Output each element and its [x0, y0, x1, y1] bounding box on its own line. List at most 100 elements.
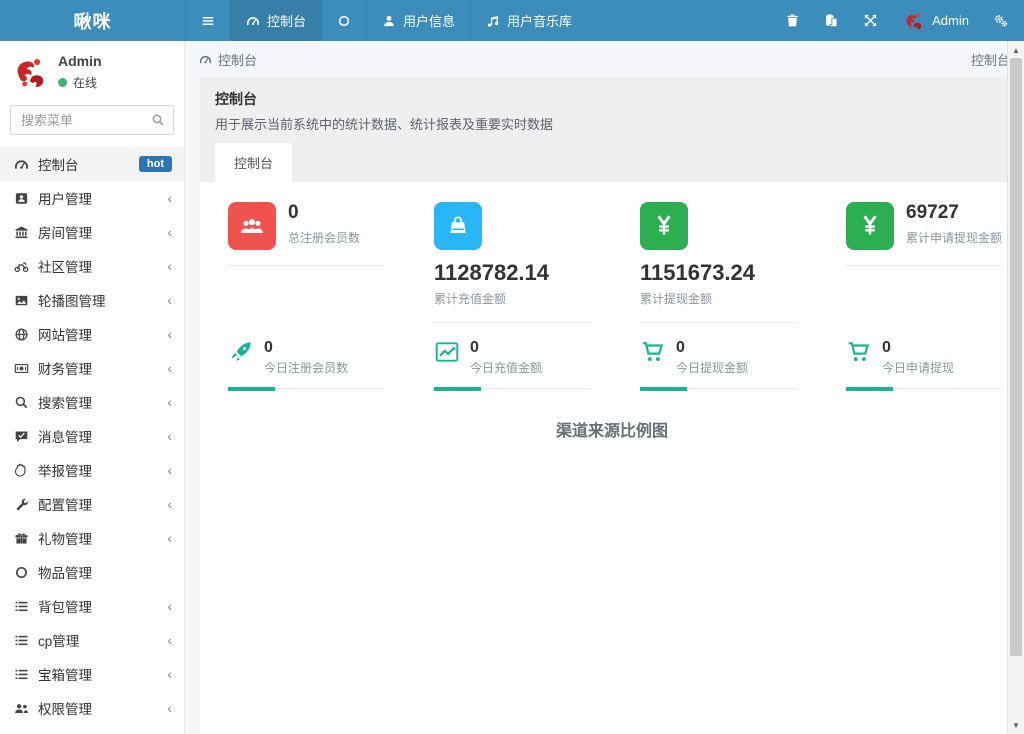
- navbar-tab-user-music[interactable]: 用户音乐库: [470, 0, 587, 41]
- cogs-icon[interactable]: [993, 13, 1008, 28]
- chevron-left-icon: ‹: [167, 394, 172, 410]
- fullscreen-icon[interactable]: [863, 13, 878, 28]
- avatar: [10, 53, 48, 91]
- navbar-tab-label: 用户音乐库: [507, 11, 572, 30]
- stat-label: 今日提现金额: [676, 359, 748, 376]
- stat-today-withdraw: 0 今日提现金额: [612, 339, 818, 389]
- main-content: 控制台 控制台 控制台 用于展示当前系统中的统计数据、统计报表及重要实时数据 控…: [185, 41, 1024, 734]
- panel-header: 控制台 用于展示当前系统中的统计数据、统计报表及重要实时数据 控制台: [200, 77, 1024, 182]
- sidebar-item-search-mgmt[interactable]: 搜索管理 ‹: [0, 385, 184, 419]
- stat-label: 总注册会员数: [288, 229, 360, 246]
- chevron-left-icon: ‹: [167, 462, 172, 478]
- stat-value: 1151673.24: [640, 260, 796, 285]
- top-navbar: 啾咪 控制台 用户信息 用户音乐库 Admin: [0, 0, 1024, 41]
- stat-label: 累计申请提现金额: [906, 229, 1002, 246]
- sidebar-item-backpack-mgmt[interactable]: 背包管理 ‹: [0, 589, 184, 623]
- stat-value: 1128782.14: [434, 260, 590, 285]
- users-group-icon: [239, 213, 265, 239]
- user-menu[interactable]: Admin: [902, 10, 969, 32]
- scrollbar-thumb[interactable]: [1010, 58, 1022, 656]
- stat-total-withdraw: 1151673.24 累计提现金额: [612, 202, 818, 323]
- navbar-tabs: 控制台 用户信息 用户音乐库: [185, 0, 587, 41]
- chevron-left-icon: ‹: [167, 666, 172, 682]
- sidebar-item-carousel-mgmt[interactable]: 轮播图管理 ‹: [0, 283, 184, 317]
- gauge-icon: [246, 14, 260, 28]
- stat-value: 0: [882, 339, 954, 357]
- chevron-left-icon: ‹: [167, 292, 172, 308]
- hot-badge: hot: [139, 156, 172, 172]
- stat-label: 今日申请提现: [882, 359, 954, 376]
- sidebar-user-panel: Admin 在线: [0, 41, 184, 103]
- chevron-left-icon: ‹: [167, 530, 172, 546]
- stat-today-recharge: 0 今日充值金额: [406, 339, 612, 389]
- navbar-tab-label: 控制台: [267, 11, 306, 30]
- navbar-tab-circle[interactable]: [321, 0, 366, 41]
- sidebar-item-finance-mgmt[interactable]: 财务管理 ‹: [0, 351, 184, 385]
- stat-label: 累计提现金额: [640, 290, 796, 307]
- search-icon[interactable]: [151, 113, 165, 127]
- circle-o-icon: [337, 14, 351, 28]
- stat-row-today: 0 今日注册会员数 0 今日充值金额: [200, 339, 1024, 389]
- progress-underline: [434, 388, 590, 389]
- sidebar-item-website-mgmt[interactable]: 网站管理 ‹: [0, 317, 184, 351]
- brand-title[interactable]: 啾咪: [0, 0, 185, 41]
- vertical-scrollbar[interactable]: ▲ ▼: [1007, 41, 1024, 734]
- page-title: 控制台: [215, 89, 1009, 109]
- sidebar-item-room-mgmt[interactable]: 房间管理 ‹: [0, 215, 184, 249]
- sidebar-item-community-mgmt[interactable]: 社区管理 ‹: [0, 249, 184, 283]
- list-icon: [14, 667, 29, 682]
- sidebar-item-dashboard[interactable]: 控制台 hot: [0, 147, 184, 181]
- trash-icon[interactable]: [785, 13, 800, 28]
- sidebar-item-permission-mgmt[interactable]: 权限管理 ‹: [0, 691, 184, 725]
- sidebar-item-config-mgmt[interactable]: 配置管理 ‹: [0, 487, 184, 521]
- sidebar-item-message-mgmt[interactable]: 消息管理 ‹: [0, 419, 184, 453]
- yen-icon-box: [846, 202, 894, 250]
- gauge-icon: [14, 157, 29, 172]
- stat-total-withdraw-apply: 69727 累计申请提现金额: [818, 202, 1024, 323]
- navbar-tab-dashboard[interactable]: 控制台: [230, 0, 321, 41]
- scroll-up-arrow-icon[interactable]: ▲: [1008, 42, 1024, 58]
- search-icon: [14, 395, 29, 410]
- stat-value: 0: [676, 339, 748, 357]
- sidebar-toggle-button[interactable]: [185, 0, 230, 41]
- sidebar-item-chest-mgmt[interactable]: 宝箱管理 ‹: [0, 657, 184, 691]
- stat-label: 今日充值金额: [470, 359, 542, 376]
- money-icon: [14, 361, 29, 376]
- progress-underline: [846, 388, 1002, 389]
- shopping-bag-icon-box: [434, 202, 482, 250]
- chevron-left-icon: ‹: [167, 190, 172, 206]
- list-icon: [14, 633, 29, 648]
- yen-icon-box: [640, 202, 688, 250]
- chevron-left-icon: ‹: [167, 326, 172, 342]
- sidebar-item-cp-mgmt[interactable]: cp管理 ‹: [0, 623, 184, 657]
- chevron-left-icon: ‹: [167, 258, 172, 274]
- user-icon: [382, 14, 396, 28]
- sidebar-item-report-mgmt[interactable]: 举报管理 ‹: [0, 453, 184, 487]
- stat-value: 0: [264, 339, 348, 357]
- breadcrumb-current: 控制台: [218, 50, 257, 69]
- stat-today-withdraw-apply: 0 今日申请提现: [818, 339, 1024, 389]
- paste-icon[interactable]: [824, 13, 839, 28]
- list-icon: [14, 599, 29, 614]
- scroll-down-arrow-icon[interactable]: ▼: [1008, 717, 1024, 733]
- users-group-icon-box: [228, 202, 276, 250]
- stat-label: 今日注册会员数: [264, 359, 348, 376]
- sidebar-item-gift-mgmt[interactable]: 礼物管理 ‹: [0, 521, 184, 555]
- tab-dashboard[interactable]: 控制台: [215, 143, 292, 182]
- progress-underline: [228, 388, 384, 389]
- chevron-left-icon: ‹: [167, 360, 172, 376]
- sidebar-item-plugin-mgmt[interactable]: 插件管理 new: [0, 725, 184, 734]
- yen-icon: [651, 213, 677, 239]
- sidebar-search: [10, 105, 174, 135]
- sidebar-item-user-mgmt[interactable]: 用户管理 ‹: [0, 181, 184, 215]
- dashboard-panel: 控制台 用于展示当前系统中的统计数据、统计报表及重要实时数据 控制台 0: [200, 77, 1024, 734]
- menu-search-input[interactable]: [10, 105, 174, 135]
- stat-value: 0: [288, 202, 360, 224]
- wrench-icon: [14, 497, 29, 512]
- chevron-left-icon: ‹: [167, 496, 172, 512]
- navbar-tab-user-info[interactable]: 用户信息: [366, 0, 470, 41]
- sidebar-item-item-mgmt[interactable]: 物品管理: [0, 555, 184, 589]
- stat-value: 0: [470, 339, 542, 357]
- sidebar-user-status: 在线: [58, 74, 102, 91]
- shopping-bag-icon: [445, 213, 471, 239]
